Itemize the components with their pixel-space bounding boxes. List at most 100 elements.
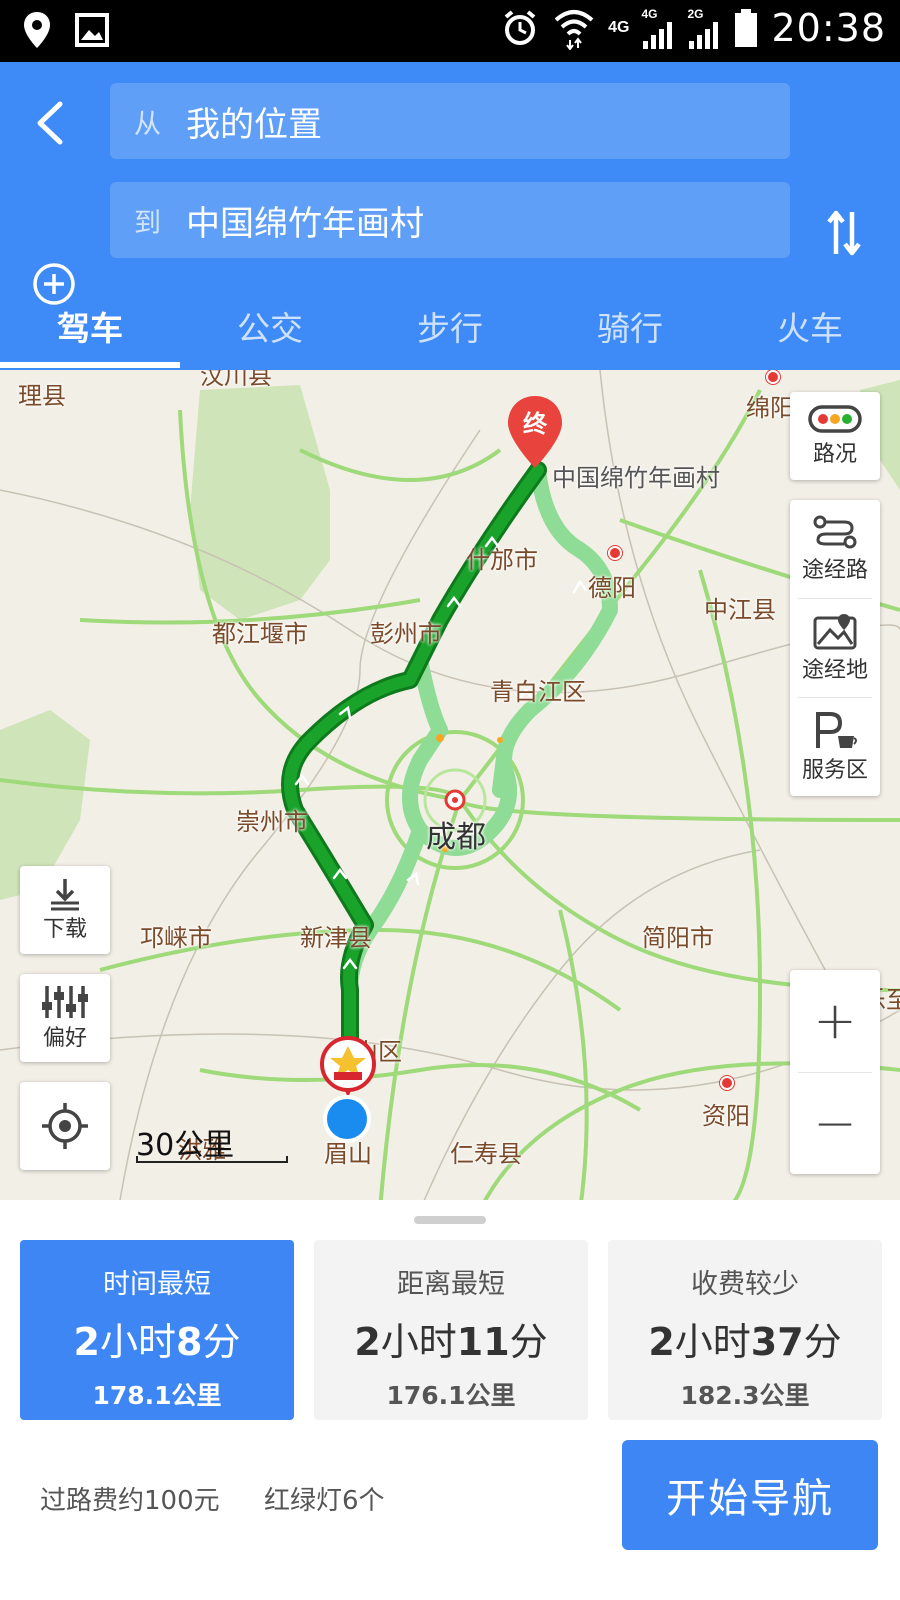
start-navigation-button[interactable]: 开始导航 <box>622 1440 878 1550</box>
tab-train[interactable]: 火车 <box>720 298 900 370</box>
tab-bike[interactable]: 骑行 <box>540 298 720 370</box>
origin-value: 我的位置 <box>186 104 322 145</box>
route-minutes: 8 <box>176 1320 203 1364</box>
gas-station-icon[interactable] <box>318 1036 378 1100</box>
map-label: 资阳 <box>702 1102 750 1130</box>
location-pin-icon <box>24 12 50 48</box>
route-minutes-unit: 分 <box>803 1320 842 1364</box>
route-option-time: 2小时8分 <box>20 1311 294 1366</box>
route-option-label: 收费较少 <box>691 1269 799 1300</box>
locate-icon <box>42 1103 88 1149</box>
city-dot <box>720 1076 734 1090</box>
preference-button[interactable]: 偏好 <box>20 974 110 1062</box>
route-hours-unit: 小时 <box>380 1320 457 1364</box>
network-type-label: 4G <box>641 7 658 21</box>
map-label: 彭州市 <box>370 620 442 648</box>
zoom-out-button[interactable]: − <box>790 1073 880 1175</box>
route-hours: 2 <box>648 1320 675 1364</box>
tab-drive[interactable]: 驾车 <box>0 298 180 370</box>
traffic-light-icon <box>808 405 862 433</box>
map-scale-bar <box>136 1156 288 1163</box>
route-option-time: 2小时37分 <box>608 1311 882 1366</box>
status-bar: 4G 4G 2G 20:38 <box>0 0 900 62</box>
route-hours-unit: 小时 <box>674 1320 751 1364</box>
back-icon[interactable] <box>30 100 70 146</box>
route-options-panel: 途经路 途经地 服务区 <box>790 500 880 796</box>
image-icon <box>75 13 109 47</box>
destination-field[interactable]: 到 中国绵竹年画村 <box>110 182 790 258</box>
download-label: 下载 <box>42 917 87 942</box>
map-label: 绵阳 <box>746 394 794 422</box>
service-area-button[interactable]: 服务区 <box>790 698 880 796</box>
service-area-label: 服务区 <box>801 758 868 783</box>
route-option-label: 距离最短 <box>397 1269 505 1300</box>
map-base <box>0 370 900 1210</box>
destination-marker[interactable]: 终 <box>506 394 564 470</box>
map-label: 崇州市 <box>236 808 308 836</box>
route-option-low-toll[interactable]: 收费较少 2小时37分 182.3公里 <box>608 1240 882 1420</box>
swap-icon[interactable] <box>826 208 862 258</box>
alarm-icon <box>504 10 536 45</box>
city-dot <box>766 370 780 384</box>
route-icon <box>813 515 857 549</box>
route-hours-unit: 小时 <box>99 1320 176 1364</box>
map-label: 中国绵竹年画村 <box>552 464 720 492</box>
map-label: 简阳市 <box>642 924 714 952</box>
clock: 20:38 <box>771 6 886 50</box>
route-option-label: 时间最短 <box>103 1269 211 1300</box>
origin-prefix: 从 <box>134 108 161 140</box>
route-minutes-unit: 分 <box>202 1320 241 1364</box>
tab-transit[interactable]: 公交 <box>180 298 360 370</box>
sheet-drag-handle[interactable] <box>414 1216 486 1224</box>
zoom-controls: + − <box>790 970 880 1174</box>
signal-icon <box>689 22 719 49</box>
via-place-button[interactable]: 途经地 <box>790 599 880 697</box>
download-button[interactable]: 下载 <box>20 866 110 954</box>
download-icon <box>51 879 79 911</box>
destination-prefix: 到 <box>134 207 161 239</box>
map-label: 邛崃市 <box>140 924 212 952</box>
traffic-toggle-panel: 路况 <box>790 392 880 480</box>
via-place-label: 途经地 <box>801 658 868 683</box>
map-label: 青白江区 <box>490 678 586 706</box>
map-label: 德阳 <box>588 574 636 602</box>
city-dot <box>608 546 622 560</box>
map-label: 汶川县 <box>200 370 272 390</box>
toll-info: 过路费约100元 <box>40 1486 220 1516</box>
map-label: 理县 <box>18 382 66 410</box>
map-label-city: 成都 <box>426 820 486 855</box>
destination-value: 中国绵竹年画村 <box>186 203 424 244</box>
route-option-time: 2小时11分 <box>314 1311 588 1366</box>
transport-mode-tabs: 驾车 公交 步行 骑行 火车 <box>0 298 900 370</box>
map-label: 仁寿县 <box>450 1140 522 1168</box>
route-option-distance: 178.1公里 <box>92 1381 222 1410</box>
via-route-button[interactable]: 途经路 <box>790 500 880 598</box>
origin-field[interactable]: 从 我的位置 <box>110 83 790 159</box>
traffic-button[interactable]: 路况 <box>790 392 880 480</box>
map-view[interactable]: 理县 汶川县 绵阳 中国绵竹年画村 什邡市 德阳 中江县 都江堰市 彭州市 青白… <box>0 370 900 1210</box>
map-label: 新津县 <box>300 924 372 952</box>
route-summary-sheet: 时间最短 2小时8分 178.1公里 距离最短 2小时11分 176.1公里 收… <box>0 1200 900 1600</box>
end-marker-label: 终 <box>523 410 547 438</box>
wifi-icon <box>554 10 594 50</box>
network-type-label: 2G <box>687 7 704 21</box>
zoom-in-button[interactable]: + <box>790 970 880 1072</box>
map-label: 什邡市 <box>466 546 538 574</box>
route-search-header: 从 我的位置 到 中国绵竹年画村 驾车 公交 步行 骑行 火车 <box>0 62 900 370</box>
preference-label: 偏好 <box>42 1026 87 1051</box>
parking-coffee-icon <box>816 712 857 748</box>
route-minutes: 11 <box>456 1320 510 1364</box>
route-minutes: 37 <box>750 1320 804 1364</box>
map-label: 都江堰市 <box>212 620 308 648</box>
tab-walk[interactable]: 步行 <box>360 298 540 370</box>
route-option-distance: 176.1公里 <box>386 1381 516 1410</box>
route-hours: 2 <box>354 1320 381 1364</box>
network-type-label: 4G <box>608 19 630 36</box>
battery-icon <box>735 9 758 47</box>
route-hours: 2 <box>73 1320 100 1364</box>
locate-me-button[interactable] <box>20 1082 110 1170</box>
route-option-shortest[interactable]: 距离最短 2小时11分 176.1公里 <box>314 1240 588 1420</box>
route-option-fastest[interactable]: 时间最短 2小时8分 178.1公里 <box>20 1240 294 1420</box>
signal-icon <box>643 22 673 49</box>
route-minutes-unit: 分 <box>509 1320 548 1364</box>
